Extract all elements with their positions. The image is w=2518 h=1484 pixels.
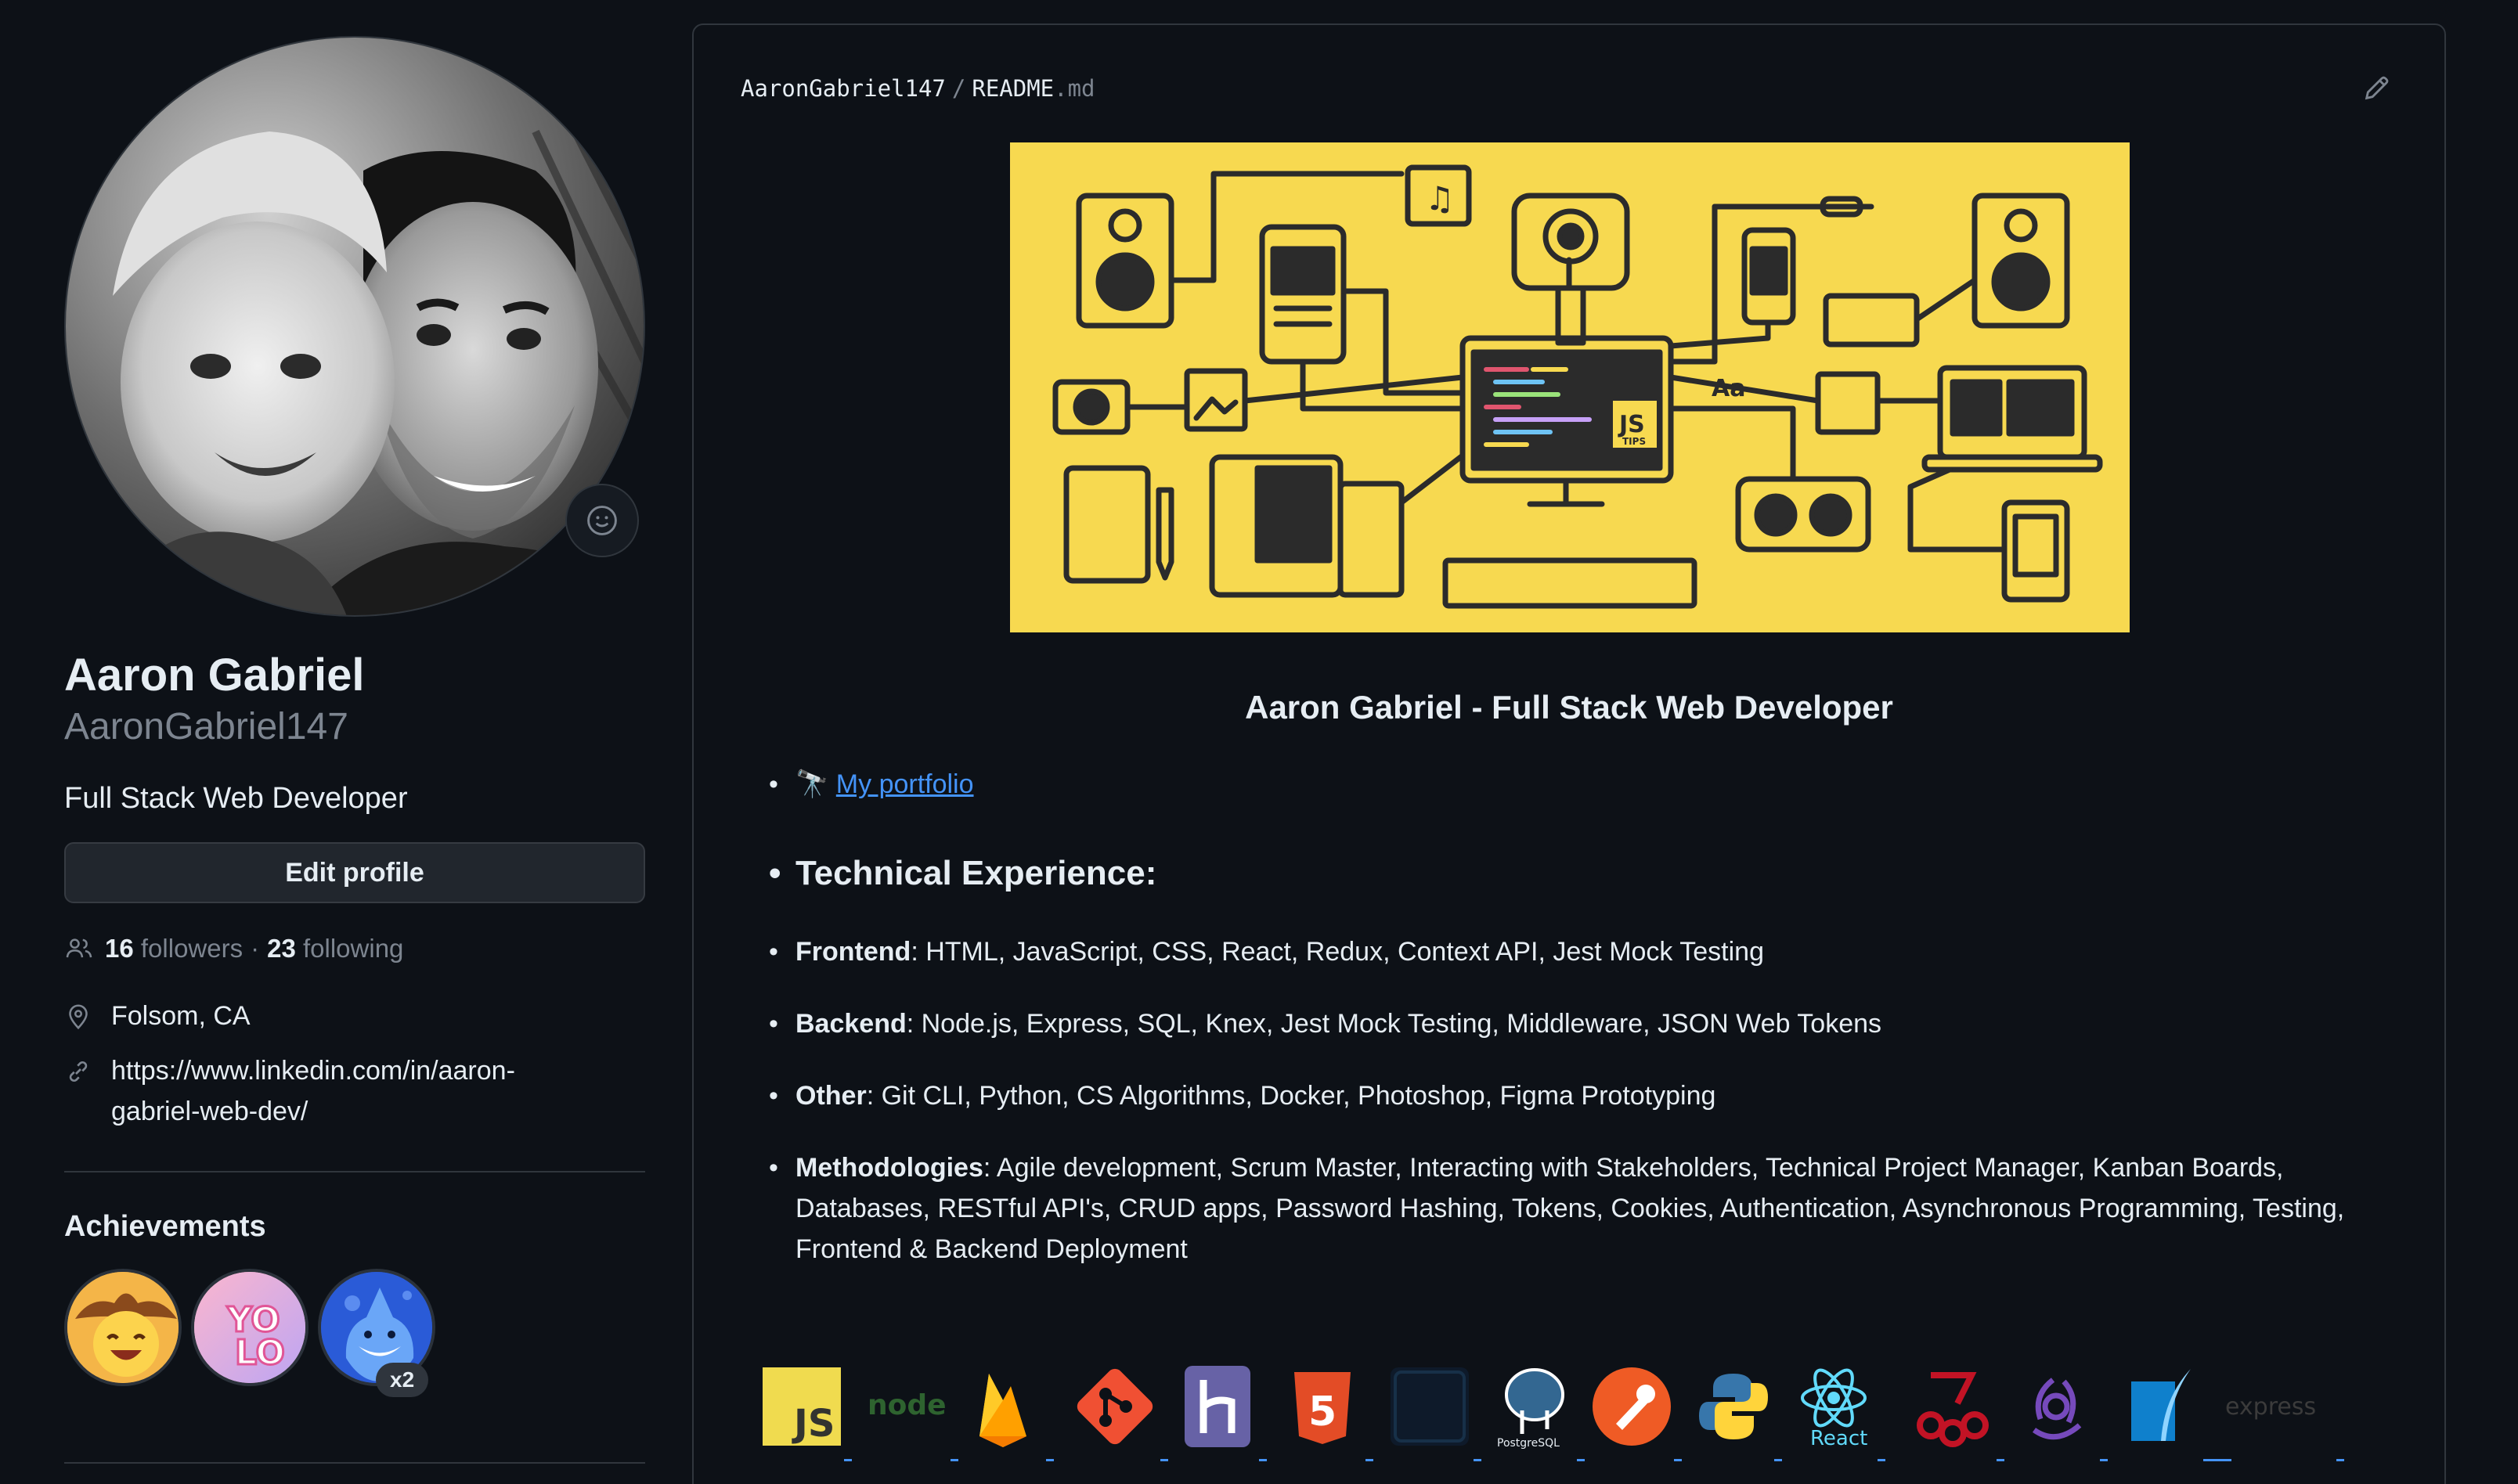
avatar-photo — [66, 38, 644, 615]
sidebar-bottom-divider — [64, 1462, 645, 1464]
postman-logo[interactable] — [1591, 1363, 1672, 1450]
nodejs-logo[interactable]: node — [864, 1363, 951, 1450]
logo-underline — [1259, 1459, 1267, 1461]
heroku-logo[interactable] — [1182, 1363, 1253, 1450]
location-pin-icon — [64, 996, 111, 1043]
following-link[interactable]: 23 following — [267, 931, 403, 966]
avatar[interactable] — [64, 36, 645, 617]
logo-underline — [2336, 1459, 2344, 1461]
svg-text:JS: JS — [792, 1402, 835, 1446]
followers-link[interactable]: 16 followers — [105, 931, 243, 966]
express-logo[interactable]: express — [2217, 1363, 2335, 1450]
svg-text:node: node — [868, 1389, 947, 1421]
logo-underline — [1046, 1459, 1054, 1461]
redux-logo[interactable] — [2017, 1363, 2095, 1450]
achievements-list: YO LO x2 — [64, 1269, 645, 1397]
achievement-multiplier: x2 — [376, 1363, 429, 1397]
javascript-logo[interactable]: JS — [763, 1363, 841, 1450]
svg-text:♫: ♫ — [1425, 179, 1455, 218]
website-row: https://www.linkedin.com/in/aaron- gabri… — [64, 1050, 645, 1132]
profile-bio: Full Stack Web Developer — [64, 782, 408, 815]
methodologies-item: Methodologies: Agile development, Scrum … — [769, 1147, 2393, 1270]
logo-underline — [1997, 1459, 2004, 1461]
other-item: Other: Git CLI, Python, CS Algorithms, D… — [769, 1075, 2393, 1116]
achievements-heading: Achievements — [64, 1210, 266, 1243]
svg-text:PostgreSQL: PostgreSQL — [1497, 1437, 1560, 1450]
jest-logo[interactable] — [1914, 1363, 1992, 1450]
readme-title: Aaron Gabriel - Full Stack Web Developer — [1245, 689, 1893, 726]
link-icon — [64, 1050, 111, 1097]
html5-logo[interactable]: 5 — [1287, 1363, 1358, 1450]
achievement-badge-cowboy[interactable] — [64, 1269, 182, 1386]
portfolio-link[interactable]: My portfolio — [836, 769, 974, 799]
set-status-button[interactable] — [565, 484, 639, 557]
avatar-container — [64, 36, 645, 617]
profile-sidebar: Aaron Gabriel AaronGabriel147 Full Stack… — [64, 36, 645, 1397]
python-logo[interactable] — [1697, 1363, 1769, 1450]
svg-text:LO: LO — [235, 1333, 285, 1373]
logo-underline — [1674, 1459, 1682, 1461]
devices-illustration: Aa JS TIPS ♫ — [1052, 164, 2103, 609]
backend-item: Backend: Node.js, Express, SQL, Knex, Je… — [769, 1003, 2393, 1044]
smiley-icon — [587, 506, 617, 535]
readme-path: AaronGabriel147/README.md — [741, 75, 1095, 102]
readme-banner-image: Aa JS TIPS ♫ — [1010, 142, 2130, 632]
profile-login: AaronGabriel147 — [64, 706, 348, 747]
logo-underline — [1365, 1459, 1373, 1461]
achievement-badge-yolo[interactable]: YO LO — [191, 1269, 308, 1386]
svg-text:express: express — [2225, 1393, 2316, 1421]
logo-underline — [1160, 1459, 1168, 1461]
telescope-icon: 🔭 — [795, 769, 829, 799]
tech-logos-row: JS node 5 PostgreSQL React express — [763, 1363, 2407, 1481]
logo-underline — [1774, 1459, 1782, 1461]
location-row: Folsom, CA — [64, 996, 645, 1043]
logo-underline — [1577, 1459, 1585, 1461]
svg-text:5: 5 — [1308, 1389, 1337, 1435]
profile-name: Aaron Gabriel — [64, 650, 365, 701]
logo-underline — [1878, 1459, 1885, 1461]
profile-details: Folsom, CA https://www.linkedin.com/in/a… — [64, 996, 645, 1132]
postgresql-logo[interactable]: PostgreSQL — [1494, 1363, 1575, 1450]
edit-readme-button[interactable] — [2361, 72, 2393, 107]
banner-js-label: JS — [1618, 411, 1645, 438]
follow-stats: 16 followers · 23 following — [64, 931, 645, 966]
readme-file-link[interactable]: README.md — [972, 75, 1095, 102]
banner-tips-label: TIPS — [1622, 436, 1646, 447]
logo-underline — [2100, 1459, 2108, 1461]
yolo-icon: YO LO — [194, 1272, 305, 1383]
portfolio-item: 🔭 My portfolio — [769, 764, 2393, 805]
git-logo[interactable] — [1074, 1363, 1156, 1450]
logo-underline — [2203, 1459, 2231, 1461]
edit-profile-button[interactable]: Edit profile — [64, 842, 645, 903]
cowboy-emoji-icon — [67, 1272, 179, 1383]
svg-text:React: React — [1810, 1427, 1867, 1450]
readme-owner-link[interactable]: AaronGabriel147 — [741, 75, 946, 102]
pencil-icon — [2365, 76, 2389, 100]
logo-underline — [844, 1459, 852, 1461]
frontend-item: Frontend: HTML, JavaScript, CSS, React, … — [769, 931, 2393, 972]
website-link[interactable]: https://www.linkedin.com/in/aaron- gabri… — [111, 1050, 515, 1132]
sqlite-logo[interactable] — [2122, 1363, 2200, 1450]
logo-underline — [951, 1459, 958, 1461]
technical-experience-heading: Technical Experience: — [769, 853, 2393, 894]
firebase-logo[interactable] — [968, 1363, 1038, 1450]
readme-card: AaronGabriel147/README.md Aa JS TIPS ♫ A… — [692, 23, 2446, 1484]
banner-aa-label: Aa — [1712, 375, 1745, 402]
photoshop-logo[interactable] — [1389, 1363, 1470, 1450]
logo-underline — [1474, 1459, 1481, 1461]
react-logo[interactable]: React — [1793, 1363, 1874, 1450]
sidebar-divider — [64, 1171, 645, 1172]
people-icon — [64, 934, 94, 964]
location-text: Folsom, CA — [111, 1001, 251, 1031]
